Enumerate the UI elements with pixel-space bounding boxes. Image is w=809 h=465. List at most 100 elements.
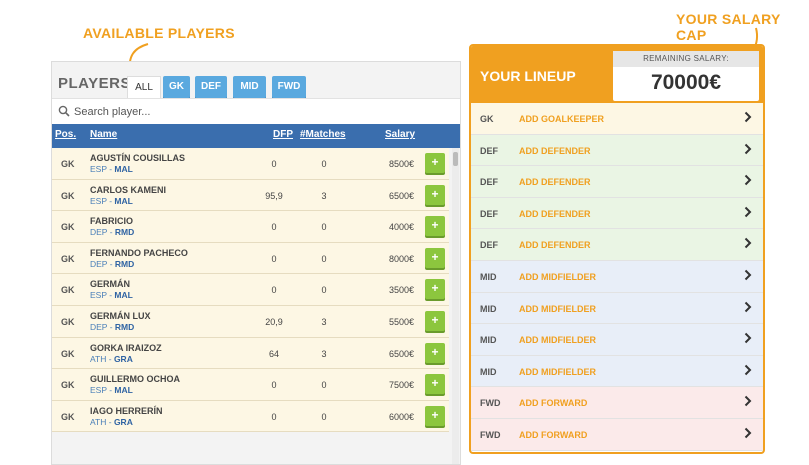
player-position: GK: [61, 380, 75, 391]
add-player-button[interactable]: +: [425, 184, 445, 205]
table-row[interactable]: GK CARLOS KAMENI ESP - MAL 95,9 3 6500€ +: [52, 179, 449, 212]
chevron-right-icon[interactable]: [744, 174, 752, 186]
slot-add-label[interactable]: ADD MIDFIELDER: [519, 272, 596, 282]
slot-add-label[interactable]: ADD DEFENDER: [519, 209, 591, 219]
lineup-list: GK ADD GOALKEEPER DEF ADD DEFENDER DEF ADD DE…: [471, 103, 763, 451]
player-dfp: 0: [271, 159, 277, 169]
column-header-salary[interactable]: Salary: [385, 129, 415, 140]
add-player-button[interactable]: +: [425, 247, 445, 268]
table-row[interactable]: GK IAGO HERRERÍN ATH - GRA 0 0 6000€ +: [52, 400, 449, 433]
slot-position: DEF: [480, 208, 498, 219]
table-row[interactable]: GK GORKA IRAIZOZ ATH - GRA 64 3 6500€ +: [52, 337, 449, 370]
player-name[interactable]: IAGO HERRERÍN: [90, 406, 163, 416]
table-row[interactable]: GK FERNANDO PACHECO DEP - RMD 0 0 8000€ +: [52, 242, 449, 275]
remaining-salary-box: REMAINING SALARY: 70000€: [613, 51, 759, 101]
player-teams: ESP - MAL: [90, 385, 133, 396]
add-player-button[interactable]: +: [425, 405, 445, 426]
slot-position: FWD: [480, 429, 501, 440]
search-bar: [52, 98, 460, 126]
chevron-right-icon[interactable]: [744, 237, 752, 249]
player-name[interactable]: CARLOS KAMENI: [90, 185, 166, 195]
chevron-right-icon[interactable]: [744, 269, 752, 281]
slot-add-label[interactable]: ADD FORWARD: [519, 398, 587, 408]
tab-def[interactable]: DEF: [195, 76, 227, 98]
table-row[interactable]: GK GUILLERMO OCHOA ESP - MAL 0 0 7500€ +: [52, 369, 449, 401]
player-name[interactable]: AGUSTÍN COUSILLAS: [90, 153, 185, 163]
player-dfp: 0: [271, 411, 277, 422]
slot-add-label[interactable]: ADD GOALKEEPER: [519, 114, 604, 124]
lineup-slot[interactable]: DEF ADD DEFENDER: [471, 197, 763, 230]
lineup-slot[interactable]: DEF ADD DEFENDER: [471, 166, 763, 198]
search-input[interactable]: [72, 102, 436, 122]
chevron-right-icon[interactable]: [744, 301, 752, 313]
lineup-slot[interactable]: MID ADD MIDFIELDER: [471, 324, 763, 356]
player-salary: 3500€: [388, 285, 414, 296]
lineup-slot[interactable]: GK ADD GOALKEEPER: [471, 103, 763, 135]
add-player-button[interactable]: +: [425, 279, 445, 300]
add-player-button[interactable]: +: [425, 216, 445, 237]
player-name[interactable]: GUILLERMO OCHOA: [90, 374, 180, 384]
lineup-slot[interactable]: FWD ADD FORWARD: [471, 418, 763, 451]
lineup-slot[interactable]: MID ADD MIDFIELDER: [471, 355, 763, 388]
add-player-button[interactable]: +: [425, 310, 445, 331]
slot-add-label[interactable]: ADD MIDFIELDER: [519, 367, 596, 377]
player-teams: DEP - RMD: [90, 227, 135, 238]
player-teams: DEP - RMD: [90, 258, 135, 269]
player-country: ESP: [90, 290, 107, 301]
lineup-slot[interactable]: DEF ADD DEFENDER: [471, 134, 763, 167]
tab-all[interactable]: ALL: [127, 76, 161, 98]
tab-gk[interactable]: GK: [163, 76, 190, 98]
column-header-dfp[interactable]: DFP: [273, 129, 293, 140]
lineup-slot[interactable]: DEF ADD DEFENDER: [471, 229, 763, 261]
slot-add-label[interactable]: ADD DEFENDER: [519, 146, 591, 156]
player-dfp: 0: [271, 222, 277, 233]
players-header: PLAYERS ALL GK DEF MID FWD: [52, 62, 460, 98]
player-club: RMD: [114, 321, 135, 332]
player-salary: 7500€: [388, 380, 414, 391]
lineup-slot[interactable]: MID ADD MIDFIELDER: [471, 260, 763, 293]
add-player-button[interactable]: +: [425, 374, 445, 395]
chevron-right-icon[interactable]: [744, 111, 752, 123]
slot-add-label[interactable]: ADD MIDFIELDER: [519, 304, 596, 314]
add-player-button[interactable]: +: [425, 342, 445, 363]
player-name[interactable]: GORKA IRAIZOZ: [90, 343, 162, 353]
player-salary: 6000€: [388, 411, 414, 422]
slot-add-label[interactable]: ADD DEFENDER: [519, 240, 591, 250]
table-row[interactable]: GK GERMÁN LUX DEP - RMD 20,9 3 5500€ +: [52, 305, 449, 338]
scrollbar[interactable]: [452, 148, 459, 464]
player-dfp: 64: [268, 348, 279, 359]
add-player-button[interactable]: +: [425, 153, 445, 173]
chevron-right-icon[interactable]: [744, 395, 752, 407]
player-matches: 0: [321, 253, 327, 264]
lineup-slot[interactable]: FWD ADD FORWARD: [471, 387, 763, 419]
chevron-right-icon[interactable]: [744, 143, 752, 155]
scrollbar-thumb[interactable]: [453, 152, 458, 166]
column-header-name[interactable]: Name: [90, 129, 117, 140]
player-name[interactable]: FABRICIO: [90, 216, 133, 226]
lineup-slot[interactable]: MID ADD MIDFIELDER: [471, 292, 763, 325]
slot-position: GK: [480, 114, 494, 124]
slot-add-label[interactable]: ADD MIDFIELDER: [519, 335, 596, 345]
player-name[interactable]: GERMÁN: [90, 279, 130, 289]
slot-add-label[interactable]: ADD DEFENDER: [519, 177, 591, 187]
remaining-salary-value: 70000€: [650, 71, 722, 94]
table-row[interactable]: GK GERMÁN ESP - MAL 0 0 3500€ +: [52, 274, 449, 306]
table-row[interactable]: GK AGUSTÍN COUSILLAS ESP - MAL 0 0 8500€ +: [52, 148, 449, 180]
chevron-right-icon[interactable]: [744, 206, 752, 218]
tab-fwd[interactable]: FWD: [272, 76, 306, 98]
player-name[interactable]: GERMÁN LUX: [90, 311, 151, 321]
player-club: MAL: [114, 385, 133, 396]
player-salary: 6500€: [388, 348, 414, 359]
column-header-matches[interactable]: #Matches: [300, 129, 346, 140]
table-row[interactable]: GK FABRICIO DEP - RMD 0 0 4000€ +: [52, 211, 449, 243]
player-name[interactable]: FERNANDO PACHECO: [90, 248, 188, 258]
player-matches: 3: [321, 348, 327, 359]
tab-mid[interactable]: MID: [233, 76, 266, 98]
column-header-pos[interactable]: Pos.: [55, 129, 76, 140]
slot-add-label[interactable]: ADD FORWARD: [519, 430, 587, 440]
chevron-right-icon[interactable]: [744, 427, 752, 439]
lineup-title: YOUR LINEUP: [480, 68, 576, 84]
chevron-right-icon[interactable]: [744, 332, 752, 344]
chevron-right-icon[interactable]: [744, 364, 752, 376]
player-salary: 5500€: [388, 316, 414, 327]
